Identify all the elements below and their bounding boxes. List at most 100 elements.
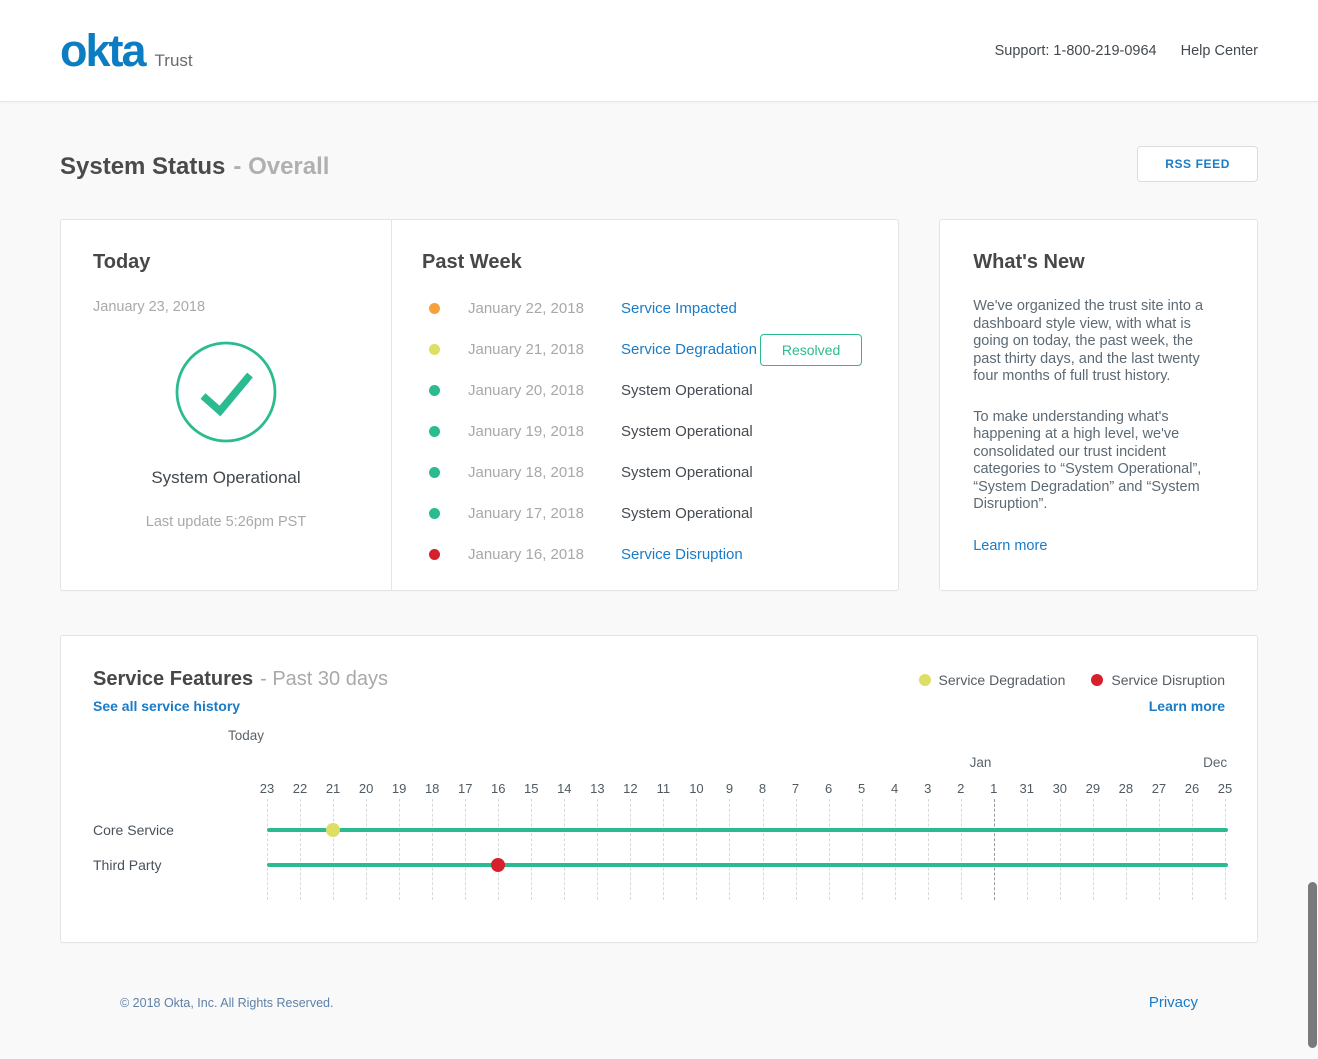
rss-feed-button[interactable]: RSS FEED: [1137, 146, 1258, 182]
status-link[interactable]: Service Disruption: [621, 546, 743, 563]
site-footer: © 2018 Okta, Inc. All Rights Reserved. P…: [120, 994, 1198, 1011]
service-features-card: Service Features - Past 30 days Service …: [60, 635, 1258, 943]
gridline-16: [498, 799, 499, 900]
incident-date: January 18, 2018: [468, 464, 621, 481]
gridline-23: [267, 799, 268, 900]
today-heading: Today: [93, 251, 359, 274]
day-tick-25: 25: [1218, 781, 1232, 796]
day-tick-5: 5: [858, 781, 865, 796]
day-tick-14: 14: [557, 781, 571, 796]
day-tick-11: 11: [657, 781, 671, 796]
gridline-30: [1060, 799, 1061, 900]
day-tick-26: 26: [1185, 781, 1199, 796]
status-link[interactable]: Service Degradation: [621, 341, 757, 358]
service-features-heading: Service Features: [93, 668, 253, 691]
see-all-service-history-link[interactable]: See all service history: [93, 698, 240, 714]
help-center-link[interactable]: Help Center: [1181, 43, 1258, 59]
chart-plot-area: 2322212019181716151413121110987654321313…: [267, 728, 1225, 914]
day-tick-8: 8: [759, 781, 766, 796]
vertical-scrollbar-thumb[interactable]: [1308, 882, 1317, 1048]
whats-new-heading: What's New: [973, 251, 1224, 274]
service-features-subtitle: - Past 30 days: [260, 668, 388, 691]
status-dot: [429, 385, 440, 396]
past-week-row: January 18, 2018System Operational: [422, 452, 868, 493]
status-dot: [429, 303, 440, 314]
day-tick-28: 28: [1119, 781, 1133, 796]
status-text: System Operational: [621, 464, 753, 481]
logo-suffix-trust: Trust: [155, 51, 193, 71]
gridline-20: [366, 799, 367, 900]
header-right: Support: 1-800-219-0964 Help Center: [995, 43, 1258, 59]
status-dot: [429, 344, 440, 355]
gridline-25: [1225, 799, 1226, 900]
legend-item-service-disruption: Service Disruption: [1091, 672, 1225, 688]
gridline-4: [895, 799, 896, 900]
day-tick-30: 30: [1053, 781, 1067, 796]
status-text: System Operational: [621, 423, 753, 440]
service-features-links-row: See all service history Learn more: [93, 698, 1225, 714]
day-tick-6: 6: [825, 781, 832, 796]
incident-date: January 20, 2018: [468, 382, 621, 399]
day-tick-21: 21: [326, 781, 340, 796]
past-week-section: Past Week January 22, 2018Service Impact…: [392, 220, 898, 590]
gridline-29: [1093, 799, 1094, 900]
today-axis-label: Today: [228, 728, 264, 743]
support-phone: Support: 1-800-219-0964: [995, 43, 1157, 59]
past-week-row: January 21, 2018Service DegradationResol…: [422, 329, 868, 370]
service-line-core-service: [267, 828, 1228, 832]
page-heading: System Status- Overall: [60, 145, 329, 182]
day-tick-17: 17: [458, 781, 472, 796]
day-tick-23: 23: [260, 781, 274, 796]
day-tick-22: 22: [293, 781, 307, 796]
day-tick-4: 4: [891, 781, 898, 796]
status-link[interactable]: Service Impacted: [621, 300, 737, 317]
day-tick-7: 7: [792, 781, 799, 796]
gridline-31: [1027, 799, 1028, 900]
whats-new-paragraph: To make understanding what's happening a…: [973, 409, 1224, 514]
page-title: System Status: [60, 153, 225, 180]
today-status-text: System Operational: [93, 468, 359, 488]
okta-logo[interactable]: okta: [60, 28, 145, 73]
past-week-row: January 17, 2018System Operational: [422, 493, 868, 534]
status-text: System Operational: [621, 382, 753, 399]
gridline-19: [399, 799, 400, 900]
gridline-21: [333, 799, 334, 900]
day-tick-2: 2: [957, 781, 964, 796]
service-features-learn-more-link[interactable]: Learn more: [1149, 698, 1225, 714]
legend-dot-service-degradation: [919, 674, 931, 686]
day-tick-16: 16: [491, 781, 505, 796]
site-header: okta Trust Support: 1-800-219-0964 Help …: [0, 0, 1318, 102]
gridline-2: [961, 799, 962, 900]
past-week-rows: January 22, 2018Service ImpactedJanuary …: [422, 288, 868, 575]
incident-date: January 21, 2018: [468, 341, 621, 358]
gridline-9: [729, 799, 730, 900]
day-tick-19: 19: [392, 781, 406, 796]
legend-item-service-degradation: Service Degradation: [919, 672, 1066, 688]
incident-date: January 17, 2018: [468, 505, 621, 522]
legend-dot-service-disruption: [1091, 674, 1103, 686]
past-week-row: January 19, 2018System Operational: [422, 411, 868, 452]
whats-new-paragraph: We've organized the trust site into a da…: [973, 298, 1224, 386]
row-label-third-party: Third Party: [93, 857, 161, 873]
day-tick-9: 9: [726, 781, 733, 796]
today-last-update: Last update 5:26pm PST: [93, 514, 359, 530]
resolved-badge: Resolved: [760, 334, 862, 366]
gridline-22: [300, 799, 301, 900]
day-tick-3: 3: [924, 781, 931, 796]
gridline-11: [663, 799, 664, 900]
privacy-link[interactable]: Privacy: [1149, 994, 1198, 1011]
gridline-14: [564, 799, 565, 900]
incident-dot-third-party-16[interactable]: [491, 858, 505, 872]
gridline-6: [829, 799, 830, 900]
logo[interactable]: okta Trust: [60, 28, 193, 73]
whats-new-card: What's New We've organized the trust sit…: [939, 219, 1258, 591]
incident-dot-core-service-21[interactable]: [326, 823, 340, 837]
whats-new-learn-more-link[interactable]: Learn more: [973, 538, 1047, 554]
gridline-3: [928, 799, 929, 900]
day-tick-29: 29: [1086, 781, 1100, 796]
status-dot: [429, 549, 440, 560]
incident-date: January 19, 2018: [468, 423, 621, 440]
gridline-5: [862, 799, 863, 900]
day-tick-20: 20: [359, 781, 373, 796]
gridline-8: [763, 799, 764, 900]
